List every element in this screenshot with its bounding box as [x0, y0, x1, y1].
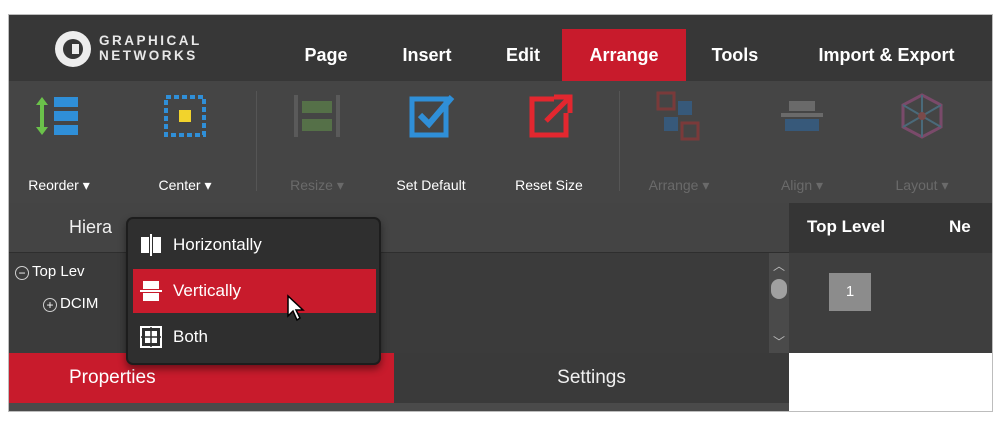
- tree-row-label: DCIM: [60, 295, 99, 312]
- resize-label: Resize ▾: [290, 177, 344, 193]
- arrange-icon: [654, 91, 704, 141]
- collapse-icon[interactable]: −: [15, 266, 29, 280]
- tree-row-top-level[interactable]: − Top Lev: [15, 263, 85, 280]
- menu-tab-insert[interactable]: Insert: [392, 29, 462, 81]
- menu-item-label: Vertically: [173, 281, 242, 300]
- page-strip: 1: [789, 253, 992, 353]
- menu-tab-tools[interactable]: Tools: [699, 29, 771, 81]
- logo-mark-icon: [55, 31, 91, 67]
- menu-item-horizontally[interactable]: Horizontally: [133, 223, 376, 267]
- right-panel-header: Top Level Ne: [789, 203, 992, 253]
- logo: GRAPHICAL NETWORKS: [55, 29, 245, 69]
- expand-icon[interactable]: +: [43, 298, 57, 312]
- menu-tab-import-export[interactable]: Import & Export: [789, 29, 984, 81]
- hierarchy-title: Hiera: [69, 217, 113, 237]
- logo-text-line1: GRAPHICAL: [99, 33, 202, 48]
- menu-item-label: Both: [173, 327, 208, 346]
- reorder-button[interactable]: Reorder ▾: [9, 91, 109, 193]
- tab-settings[interactable]: Settings: [394, 353, 789, 403]
- center-button[interactable]: Center ▾: [137, 91, 233, 193]
- set-default-label: Set Default: [396, 177, 466, 193]
- menu-item-vertically[interactable]: Vertically: [133, 269, 376, 313]
- set-default-button[interactable]: Set Default: [381, 91, 481, 193]
- center-vertically-icon: [140, 280, 162, 302]
- canvas-area: [789, 353, 992, 411]
- tree-row-dcim[interactable]: + DCIM: [43, 295, 98, 312]
- center-label: Center ▾: [158, 177, 212, 193]
- layout-icon: [897, 91, 947, 141]
- resize-button[interactable]: Resize ▾: [269, 91, 365, 193]
- center-horizontally-icon: [140, 234, 162, 256]
- page-number-button[interactable]: 1: [829, 273, 871, 311]
- scroll-up-icon[interactable]: ︿: [773, 257, 785, 274]
- reset-size-label: Reset Size: [515, 177, 583, 193]
- reorder-icon: [34, 91, 84, 141]
- ribbon-toolbar: Reorder ▾ Center ▾ Resize ▾ Set Default …: [9, 81, 992, 203]
- align-label: Align ▾: [780, 177, 824, 193]
- tab-top-level[interactable]: Top Level: [807, 217, 885, 237]
- layout-button[interactable]: Layout ▾: [877, 91, 967, 193]
- arrange-button[interactable]: Arrange ▾: [629, 91, 729, 193]
- arrange-label: Arrange ▾: [648, 177, 710, 193]
- hierarchy-tree: − Top Lev + DCIM: [9, 253, 769, 353]
- right-panel: Top Level Ne 1: [789, 203, 992, 411]
- menu-tab-arrange[interactable]: Arrange: [562, 29, 686, 81]
- ribbon-separator: [256, 91, 257, 191]
- mouse-cursor-icon: [286, 294, 308, 322]
- ribbon-separator: [619, 91, 620, 191]
- center-dropdown-menu: Horizontally Vertically Both: [126, 217, 381, 365]
- scroll-thumb[interactable]: [771, 279, 787, 299]
- tab-next[interactable]: Ne: [949, 217, 971, 237]
- tree-scrollbar[interactable]: ︿ ﹀: [769, 253, 789, 353]
- menu-bar: GRAPHICAL NETWORKS Page Insert Edit Arra…: [9, 15, 992, 81]
- reorder-label: Reorder ▾: [28, 177, 90, 193]
- menu-tab-edit[interactable]: Edit: [493, 29, 553, 81]
- menu-tab-page[interactable]: Page: [291, 29, 361, 81]
- scroll-down-icon[interactable]: ﹀: [773, 333, 785, 350]
- set-default-icon: [406, 91, 456, 141]
- reset-size-icon: [524, 91, 574, 141]
- tree-row-label: Top Lev: [32, 263, 85, 280]
- center-both-icon: [140, 326, 162, 348]
- reset-size-button[interactable]: Reset Size: [499, 91, 599, 193]
- app-window: GRAPHICAL NETWORKS Page Insert Edit Arra…: [8, 14, 993, 412]
- menu-item-both[interactable]: Both: [133, 315, 376, 359]
- center-icon: [160, 91, 210, 141]
- resize-icon: [292, 91, 342, 141]
- align-button[interactable]: Align ▾: [767, 91, 837, 193]
- panel-footer: [9, 403, 789, 411]
- align-icon: [777, 91, 827, 141]
- layout-label: Layout ▾: [895, 177, 949, 193]
- logo-text: GRAPHICAL NETWORKS: [99, 33, 202, 63]
- menu-item-label: Horizontally: [173, 235, 262, 254]
- logo-text-line2: NETWORKS: [99, 48, 198, 63]
